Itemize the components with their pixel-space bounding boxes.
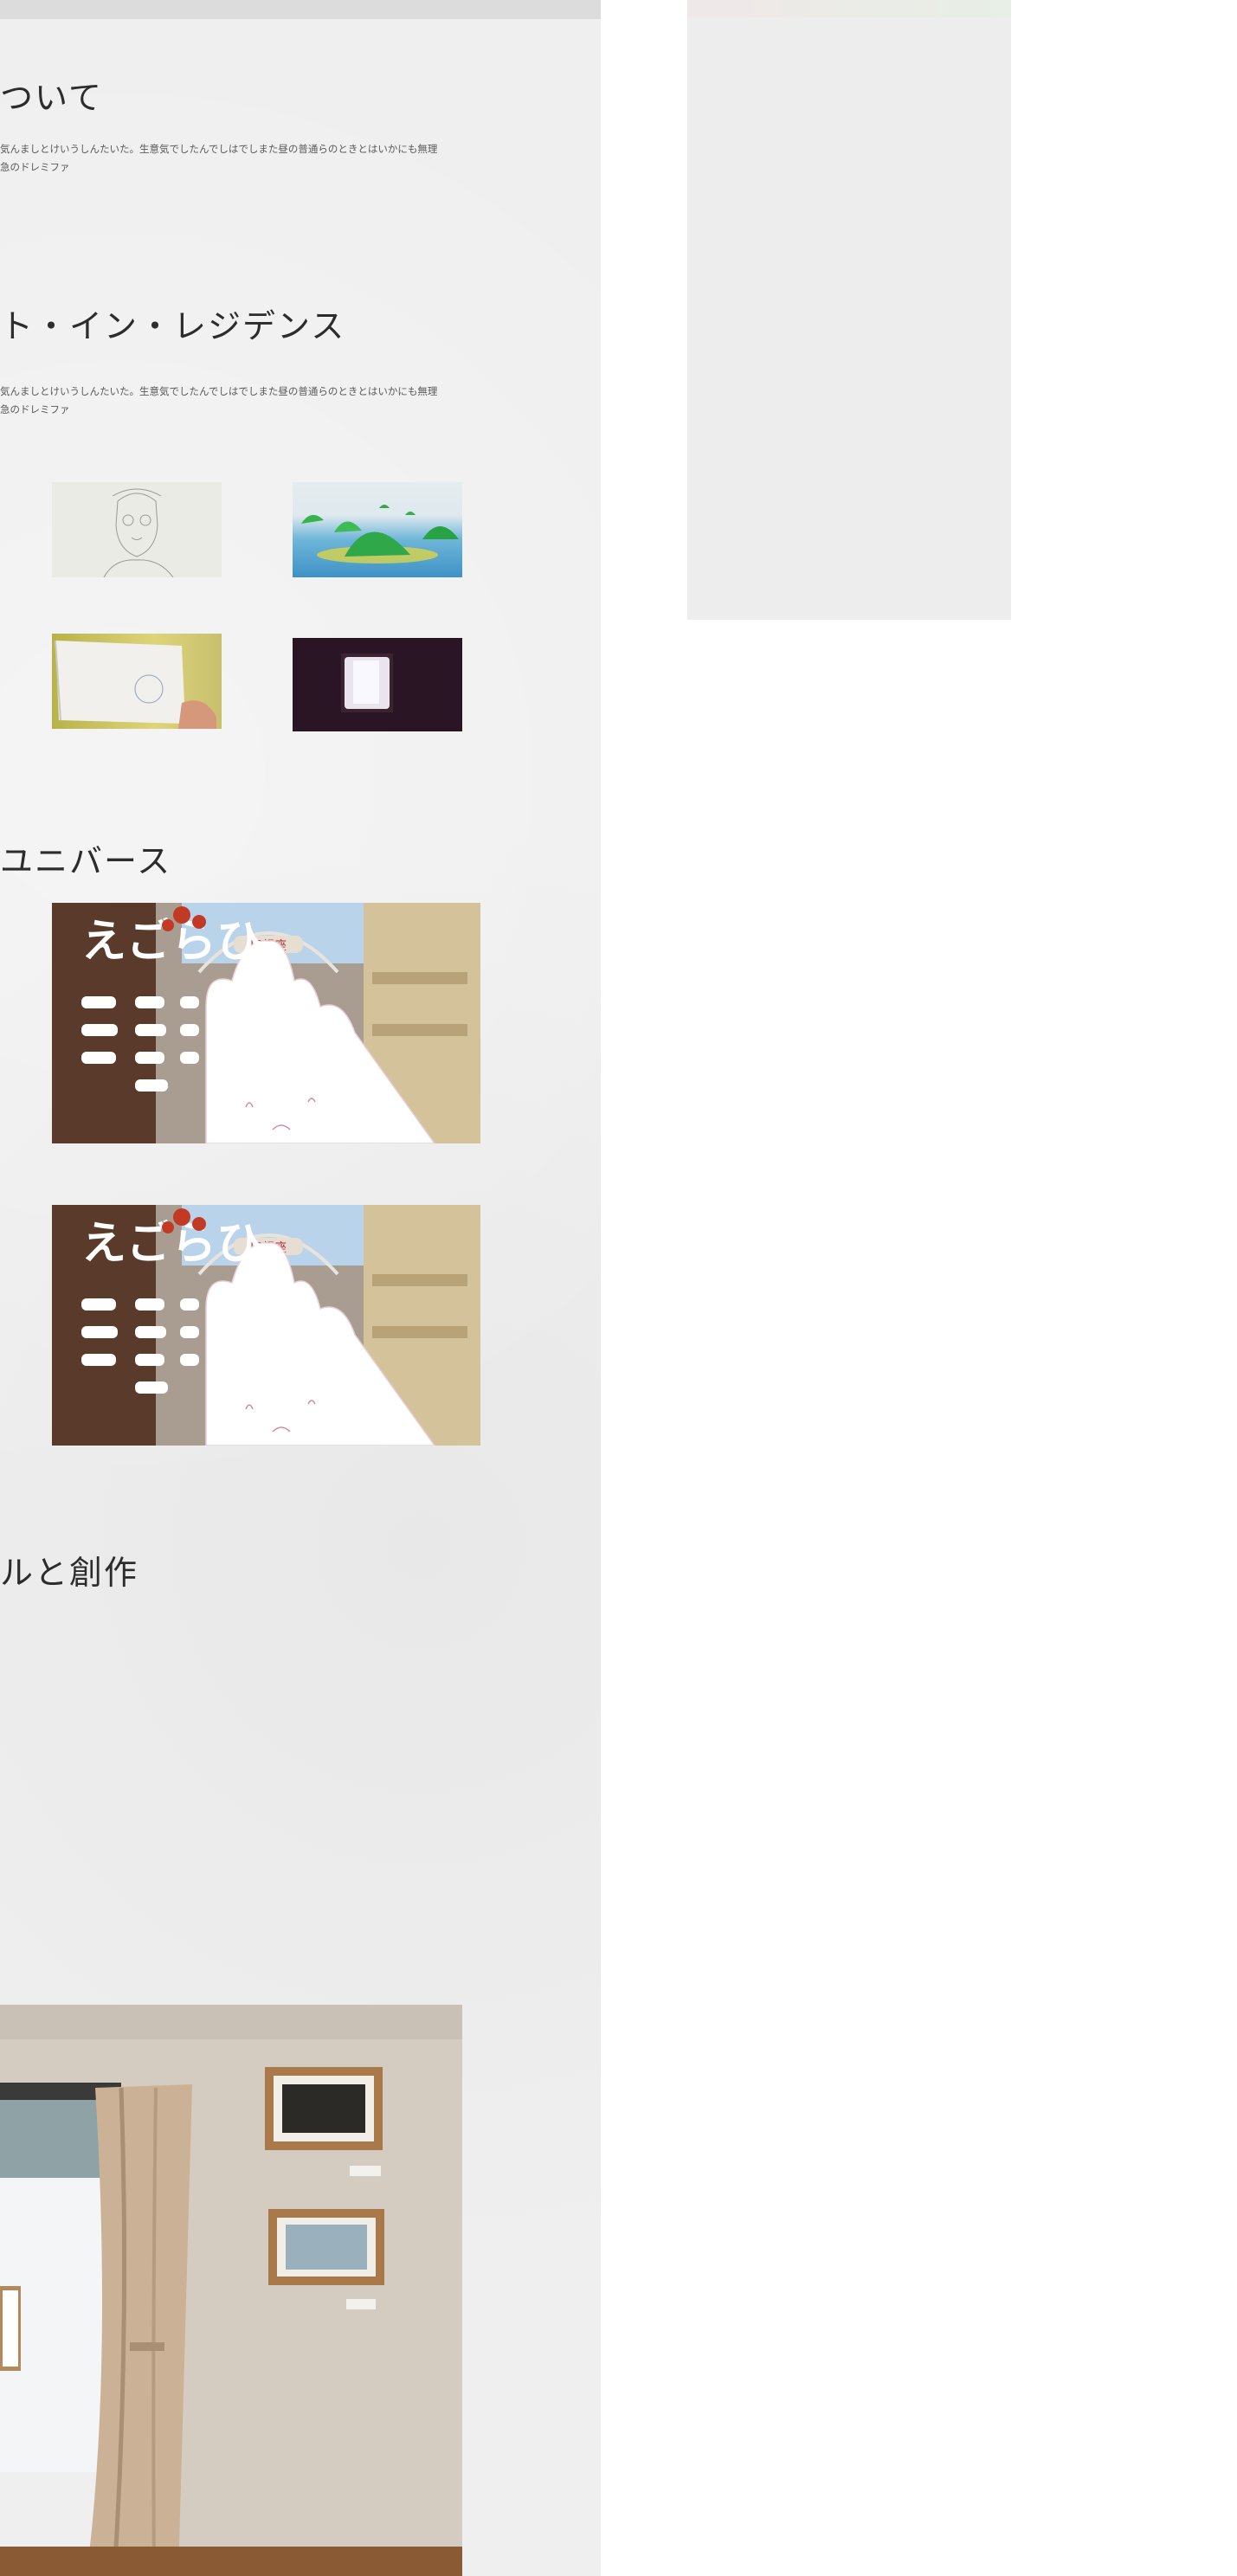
main-content-panel: ついて 気んましとけいうしんたいた。生意気でしたんでしはでしまた昼の普通らのとき… <box>0 0 601 2576</box>
green-hills-thumbnail[interactable] <box>293 482 462 577</box>
about-text-line-2: 急のドレミファ <box>0 161 70 173</box>
dark-room-thumbnail[interactable] <box>293 638 462 731</box>
universe-heading: ユニバース <box>0 842 172 880</box>
video-thumbnail-2[interactable]: 旧銀座 えごらひ <box>52 1205 480 1446</box>
creation-heading: ルと創作 <box>0 1554 139 1592</box>
exhibition-room-photo[interactable] <box>0 2005 462 2576</box>
sidebar-top-strip <box>687 0 1011 17</box>
video-thumbnail-1[interactable]: 旧銀座 えごらひ <box>52 903 480 1143</box>
residence-heading: ト・イン・レジデンス <box>0 307 346 345</box>
residence-text-line-2: 急のドレミファ <box>0 403 70 415</box>
residence-text-line-1: 気んましとけいうしんたいた。生意気でしたんでしはでしまた昼の普通らのときとはいか… <box>0 385 438 397</box>
flipbook-thumbnail[interactable] <box>52 634 222 729</box>
sketch-portrait-thumbnail[interactable] <box>52 482 222 577</box>
sidebar-panel <box>687 0 1011 620</box>
top-strip <box>0 0 601 19</box>
about-text-line-1: 気んましとけいうしんたいた。生意気でしたんでしはでしまた昼の普通らのときとはいか… <box>0 143 438 155</box>
about-heading: ついて <box>0 79 103 117</box>
